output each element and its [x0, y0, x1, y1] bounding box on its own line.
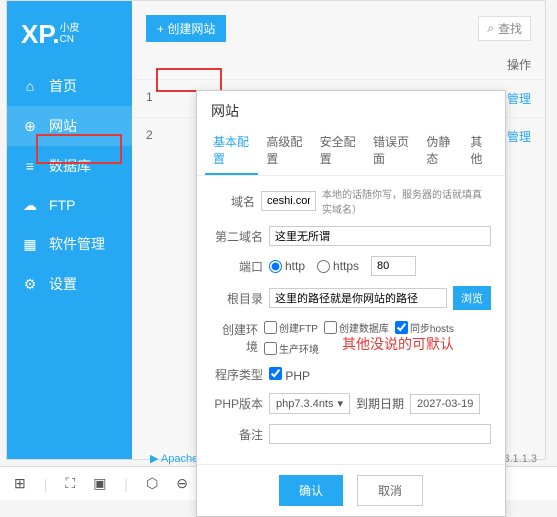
- create-ftp-checkbox[interactable]: 创建FTP: [264, 320, 318, 335]
- sidebar: XP.小皮CN ⌂ 首页 ⊕ 网站 ≡ 数据库 ☁ FTP ▦ 软件管理 ⚙ 设置: [7, 1, 132, 459]
- annotation-note: 其他没说的可默认: [342, 334, 454, 354]
- expire-label: 到期日期: [356, 395, 404, 412]
- prod-env-checkbox[interactable]: 生产环境: [264, 341, 319, 356]
- sidebar-item-software[interactable]: ▦ 软件管理: [7, 224, 132, 264]
- port-input[interactable]: [371, 256, 416, 276]
- sidebar-item-website[interactable]: ⊕ 网站: [7, 106, 132, 146]
- sidebar-item-home[interactable]: ⌂ 首页: [7, 66, 132, 106]
- confirm-button[interactable]: 确认: [279, 475, 343, 506]
- cancel-button[interactable]: 取消: [357, 475, 423, 506]
- domain2-input[interactable]: [269, 226, 491, 246]
- home-icon: ⌂: [21, 77, 39, 95]
- domain-input[interactable]: [261, 191, 316, 211]
- sidebar-item-database[interactable]: ≡ 数据库: [7, 146, 132, 186]
- remark-input[interactable]: [269, 424, 491, 444]
- create-website-button[interactable]: + 创建网站: [146, 15, 226, 42]
- sidebar-item-label: FTP: [49, 197, 75, 213]
- grid-icon[interactable]: ⊞: [14, 475, 26, 492]
- list-header-action: 操作: [132, 50, 545, 79]
- search-icon: ⌕: [487, 21, 494, 36]
- domain-label: 域名: [211, 193, 255, 210]
- manage-link[interactable]: 管理: [507, 128, 531, 145]
- zoom-out-icon[interactable]: ⊖: [176, 475, 188, 492]
- sidebar-item-label: 数据库: [49, 156, 91, 176]
- sidebar-item-label: 网站: [49, 116, 77, 136]
- sidebar-item-label: 软件管理: [49, 234, 105, 254]
- remark-label: 备注: [211, 426, 263, 443]
- search-box[interactable]: ⌕ 查找: [478, 16, 531, 41]
- expand-icon[interactable]: ⛶: [65, 475, 75, 492]
- fit-icon[interactable]: ▣: [93, 475, 106, 492]
- website-dialog: 网站 基本配置 高级配置 安全配置 错误页面 伪静态 其他 域名 本地的话随你写…: [196, 90, 506, 517]
- create-db-checkbox[interactable]: 创建数据库: [324, 320, 389, 335]
- ftp-icon: ☁: [21, 196, 39, 214]
- gear-icon: ⚙: [21, 275, 39, 293]
- root-label: 根目录: [211, 290, 263, 307]
- browse-button[interactable]: 浏览: [453, 286, 491, 310]
- tab-error[interactable]: 错误页面: [365, 127, 418, 175]
- logo: XP.小皮CN: [7, 9, 132, 66]
- expire-date[interactable]: 2027-03-19: [410, 394, 480, 414]
- domain2-label: 第二域名: [211, 228, 263, 245]
- env-label: 创建环境: [211, 321, 258, 355]
- database-icon: ≡: [21, 157, 39, 175]
- sidebar-item-label: 首页: [49, 76, 77, 96]
- sidebar-item-settings[interactable]: ⚙ 设置: [7, 264, 132, 304]
- tab-other[interactable]: 其他: [462, 127, 497, 175]
- domain-hint: 本地的话随你写，服务器的话就填真实域名）: [322, 186, 491, 216]
- tab-basic[interactable]: 基本配置: [205, 127, 258, 175]
- sidebar-item-ftp[interactable]: ☁ FTP: [7, 186, 132, 224]
- dialog-tabs: 基本配置 高级配置 安全配置 错误页面 伪静态 其他: [197, 127, 505, 176]
- https-radio[interactable]: https: [317, 259, 359, 273]
- hex-icon[interactable]: ⬡: [146, 475, 158, 492]
- root-input[interactable]: [269, 288, 447, 308]
- http-radio[interactable]: http: [269, 259, 305, 273]
- php-checkbox[interactable]: PHP: [269, 367, 310, 383]
- tab-rewrite[interactable]: 伪静态: [418, 127, 462, 175]
- port-label: 端口: [211, 258, 263, 275]
- search-label: 查找: [498, 20, 522, 37]
- type-label: 程序类型: [211, 366, 263, 383]
- phpver-select[interactable]: php7.3.4nts▾: [269, 393, 350, 414]
- tab-advanced[interactable]: 高级配置: [258, 127, 311, 175]
- sync-hosts-checkbox[interactable]: 同步hosts: [395, 320, 454, 335]
- sidebar-item-label: 设置: [49, 274, 77, 294]
- logo-main: XP.: [21, 19, 60, 49]
- phpver-label: PHP版本: [211, 395, 263, 412]
- dialog-title: 网站: [197, 91, 505, 127]
- globe-icon: ⊕: [21, 117, 39, 135]
- apps-icon: ▦: [21, 235, 39, 253]
- tab-security[interactable]: 安全配置: [312, 127, 365, 175]
- chevron-down-icon: ▾: [338, 397, 344, 410]
- manage-link[interactable]: 管理: [507, 90, 531, 107]
